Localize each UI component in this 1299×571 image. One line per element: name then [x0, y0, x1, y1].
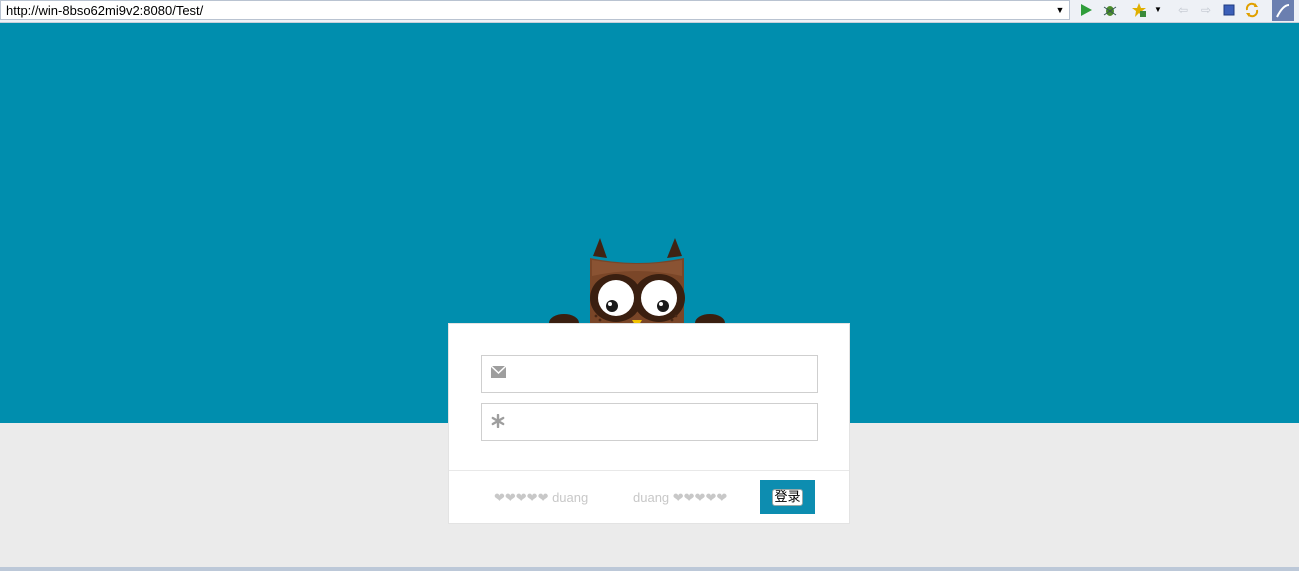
email-input[interactable]: [514, 356, 816, 394]
external-tools-icon[interactable]: [1131, 2, 1147, 18]
forward-icon[interactable]: ⇨: [1198, 2, 1214, 18]
panel-divider: [449, 470, 849, 471]
remember-left-link[interactable]: ❤❤❤❤❤ duang: [494, 490, 588, 506]
address-bar[interactable]: http://win-8bso62mi9v2:8080/Test/ ▼: [0, 0, 1070, 20]
browser-toolbar: http://win-8bso62mi9v2:8080/Test/ ▼ ▼ ⇦ …: [0, 0, 1299, 23]
password-input[interactable]: [514, 404, 816, 442]
run-icon[interactable]: [1078, 2, 1094, 18]
email-field[interactable]: [481, 355, 818, 394]
asterisk-icon: [490, 413, 506, 430]
address-dropdown-icon[interactable]: ▼: [1054, 3, 1066, 17]
remember-right-link[interactable]: duang ❤❤❤❤❤: [633, 490, 727, 506]
debug-icon[interactable]: [1102, 2, 1118, 18]
password-field[interactable]: [481, 403, 818, 442]
refresh-icon[interactable]: [1244, 2, 1260, 18]
login-panel: ❤❤❤❤❤ duang duang ❤❤❤❤❤ 登录: [448, 323, 850, 524]
envelope-icon: [489, 365, 507, 382]
back-icon[interactable]: ⇦: [1175, 2, 1191, 18]
window-bottom-border: [0, 567, 1299, 571]
eclipse-perspective-icon[interactable]: [1272, 0, 1294, 21]
login-button-label: 登录: [772, 488, 803, 506]
tools-dropdown-icon[interactable]: ▼: [1150, 2, 1166, 18]
owl-icon: [549, 238, 725, 332]
address-url[interactable]: http://win-8bso62mi9v2:8080/Test/: [6, 3, 203, 18]
login-button[interactable]: 登录: [760, 480, 815, 514]
stop-icon[interactable]: [1221, 2, 1237, 18]
